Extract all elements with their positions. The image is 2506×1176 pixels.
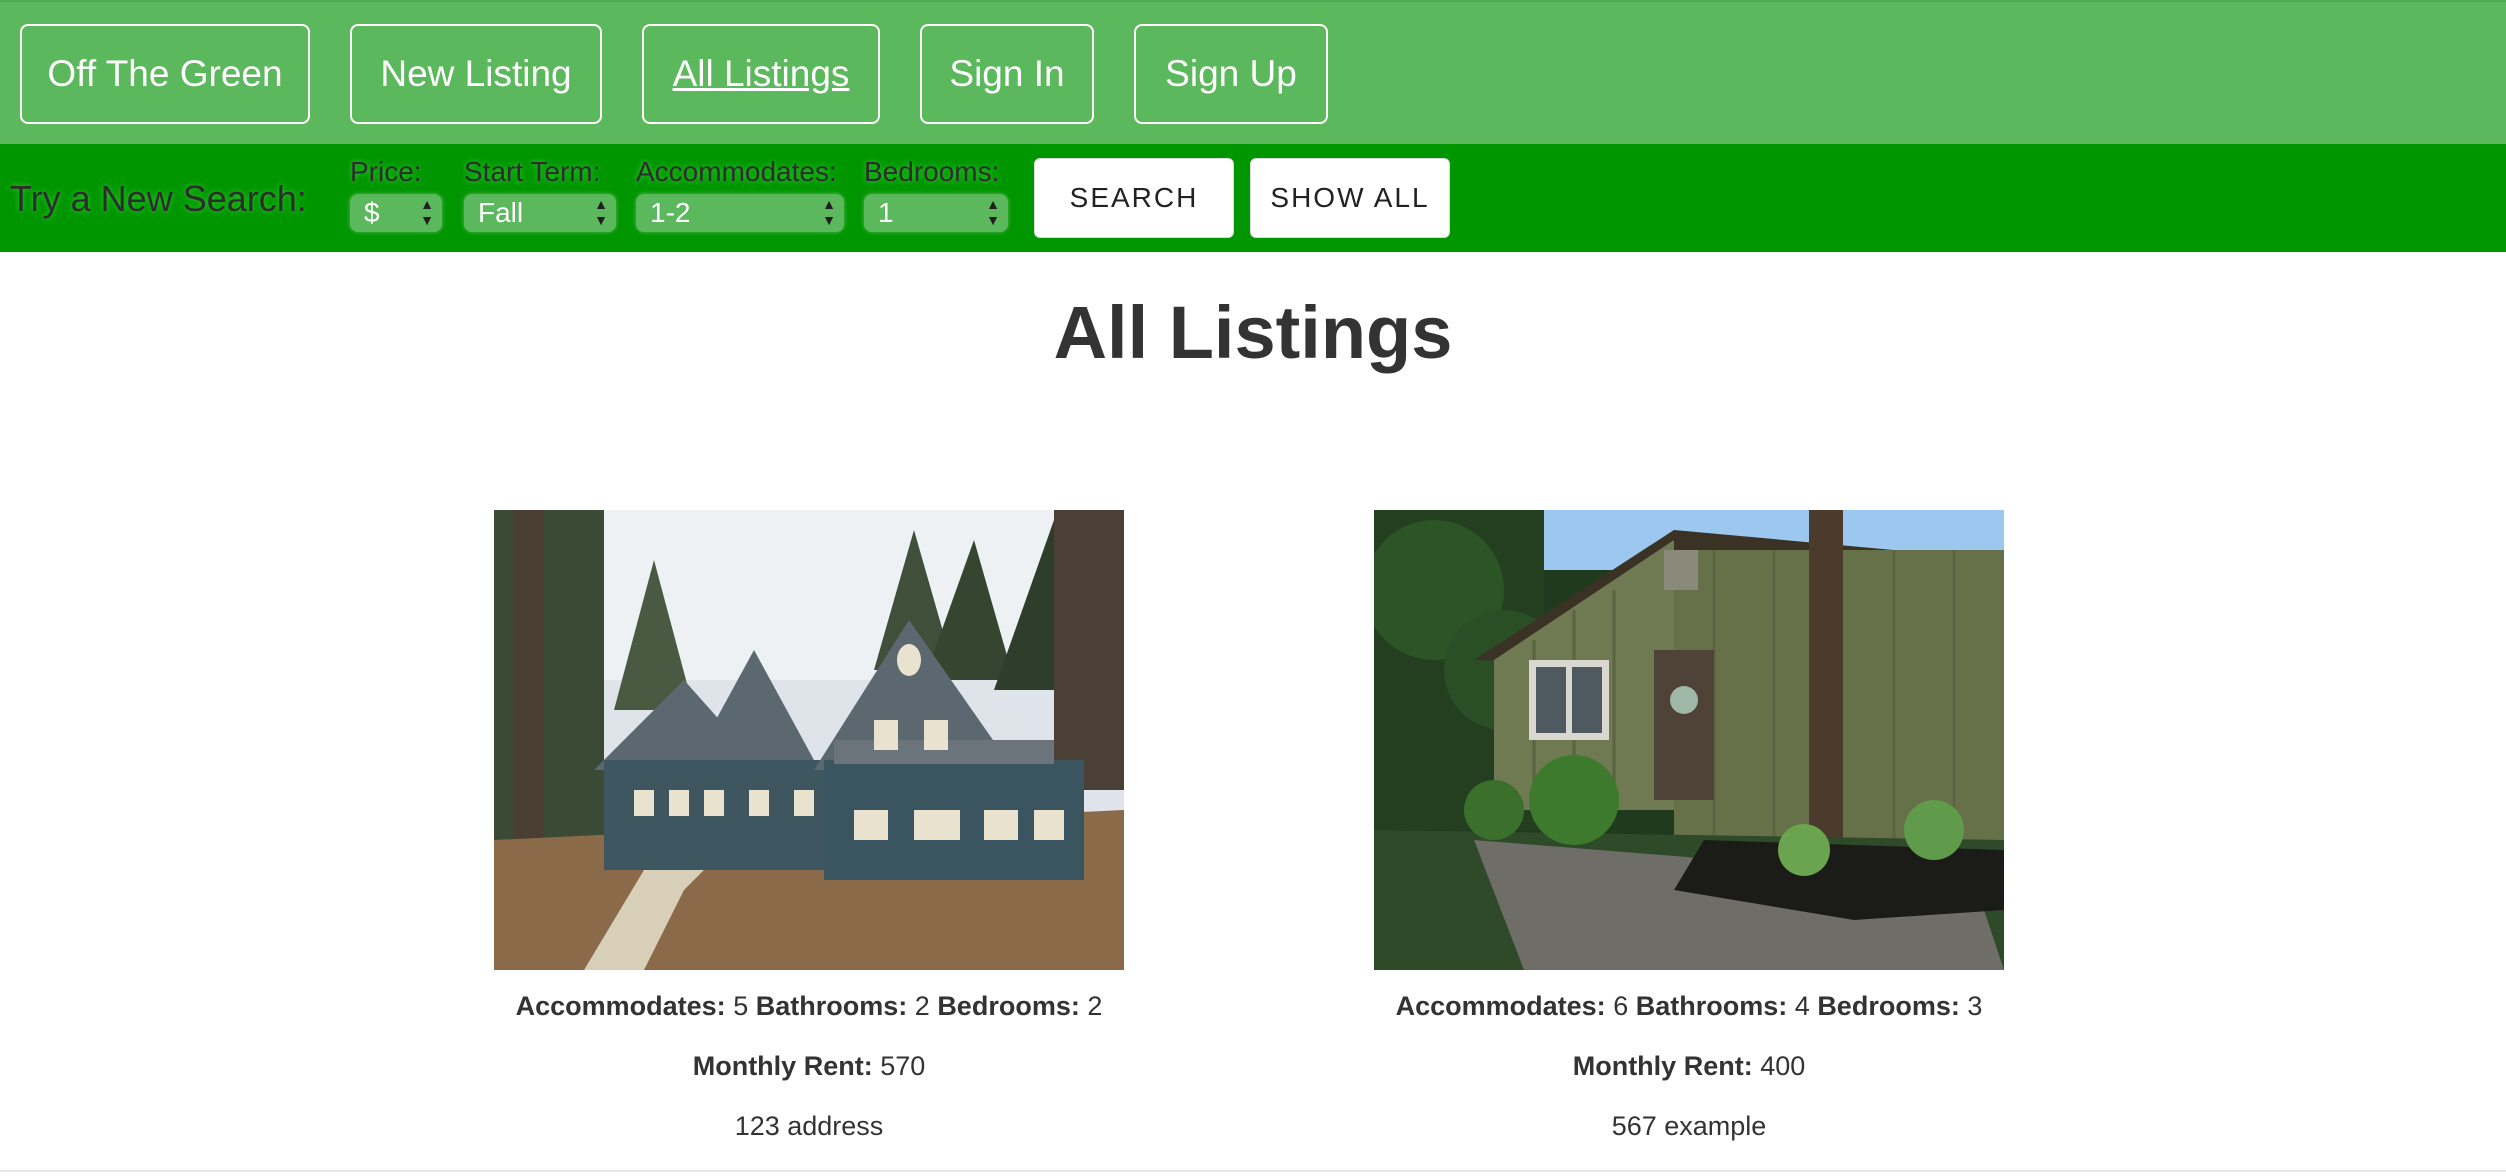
price-field: Price: $ ▲ ▼ [350,156,442,232]
accommodates-key: Accommodates: [515,991,726,1021]
listing-stats: Accommodates: 6 Bathrooms: 4 Bedrooms: 3 [1354,976,2024,1036]
accommodates-count: 5 [733,991,749,1021]
all-listings-button[interactable]: All Listings [642,24,880,124]
select-arrows-icon: ▲ ▼ [822,196,836,228]
select-arrows-icon: ▲ ▼ [594,196,608,228]
new-listing-button[interactable]: New Listing [350,24,602,124]
bedrooms-label: Bedrooms: [864,156,1000,187]
start-term-label: Start Term: [464,156,601,187]
bedrooms-count: 2 [1087,991,1103,1021]
listing-photo[interactable] [494,510,1124,970]
accommodates-count: 6 [1613,991,1629,1021]
start-term-select[interactable]: Fall ▲ ▼ [464,194,616,232]
sign-up-label: Sign Up [1165,53,1297,94]
price-select[interactable]: $ ▲ ▼ [350,194,442,232]
search-title: Try a New Search: [10,178,307,219]
bottom-divider [0,1170,2506,1172]
brand-label: Off The Green [47,53,283,94]
rent-value: 400 [1760,1051,1806,1081]
show-all-button[interactable]: SHOW ALL [1250,158,1450,238]
bedrooms-key: Bedrooms: [1817,991,1960,1021]
select-arrows-icon: ▲ ▼ [420,196,434,228]
rent-value: 570 [880,1051,926,1081]
listing-rent: Monthly Rent: 400 [1374,1036,2004,1096]
accommodates-select[interactable]: 1-2 ▲ ▼ [636,194,844,232]
start-term-value: Fall [478,197,524,228]
bathrooms-count: 2 [914,991,930,1021]
rent-key: Monthly Rent: [692,1051,873,1081]
brand-button[interactable]: Off The Green [20,24,310,124]
listing-photo[interactable] [1374,510,2004,970]
search-bar: Try a New Search: Price: $ ▲ ▼ Start Term… [0,144,2506,252]
listing-card[interactable]: Accommodates: 5 Bathrooms: 2 Bedrooms: 2… [494,510,1124,1156]
listing-stats: Accommodates: 5 Bathrooms: 2 Bedrooms: 2 [474,976,1144,1036]
all-listings-label: All Listings [672,53,850,94]
bedrooms-value: 1 [878,197,894,228]
top-navbar: Off The Green New Listing All Listings S… [0,0,2506,144]
accommodates-value: 1-2 [650,197,691,228]
listing-details: Accommodates: 5 Bathrooms: 2 Bedrooms: 2… [494,976,1124,1156]
house-photo-2 [1374,510,2004,970]
sign-in-label: Sign In [949,53,1065,94]
rent-key: Monthly Rent: [1572,1051,1753,1081]
accommodates-key: Accommodates: [1395,991,1606,1021]
listing-address: 567 example [1611,1111,1767,1141]
bedrooms-key: Bedrooms: [937,991,1080,1021]
search-button[interactable]: SEARCH [1034,158,1234,238]
listing-details: Accommodates: 6 Bathrooms: 4 Bedrooms: 3… [1374,976,2004,1156]
bathrooms-key: Bathrooms: [1635,991,1788,1021]
bedrooms-field: Bedrooms: 1 ▲ ▼ [864,156,1008,232]
bathrooms-key: Bathrooms: [755,991,908,1021]
bedrooms-select[interactable]: 1 ▲ ▼ [864,194,1008,232]
page-title: All Listings [1053,291,1453,374]
listing-rent: Monthly Rent: 570 [494,1036,1124,1096]
bathrooms-count: 4 [1794,991,1810,1021]
price-value: $ [364,197,380,228]
start-term-field: Start Term: Fall ▲ ▼ [464,156,616,232]
house-photo-1 [494,510,1124,970]
accommodates-label: Accommodates: [636,156,837,187]
sign-up-button[interactable]: Sign Up [1134,24,1328,124]
price-label: Price: [350,156,422,187]
listing-address: 123 address [734,1111,884,1141]
listing-card[interactable]: Accommodates: 6 Bathrooms: 4 Bedrooms: 3… [1374,510,2004,1156]
sign-in-button[interactable]: Sign In [920,24,1094,124]
new-listing-label: New Listing [380,53,572,94]
bedrooms-count: 3 [1967,991,1983,1021]
accommodates-field: Accommodates: 1-2 ▲ ▼ [636,156,844,232]
select-arrows-icon: ▲ ▼ [986,196,1000,228]
